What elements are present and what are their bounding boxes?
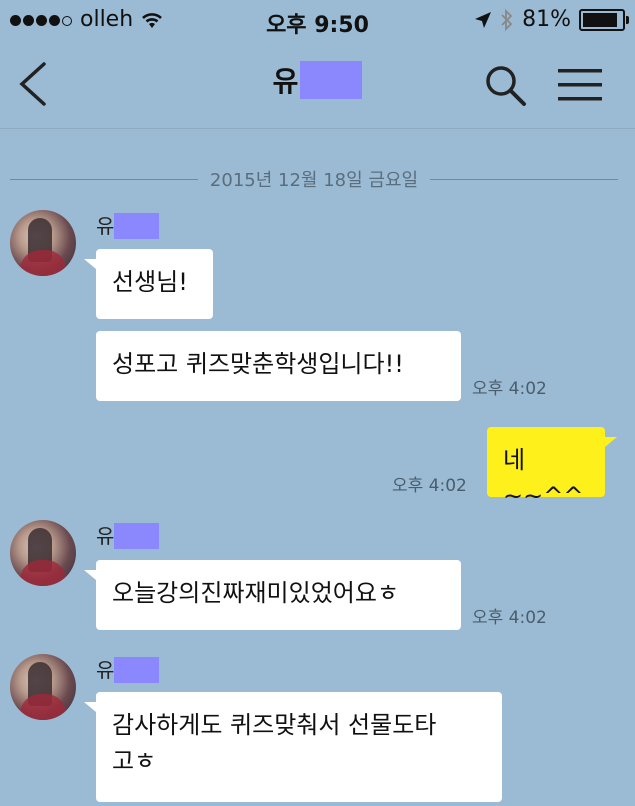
message-bubble[interactable]: 감사하게도 퀴즈맞춰서 선물도타 고ㅎ — [84, 692, 502, 802]
date-divider: 2015년 12월 18일 금요일 — [10, 162, 618, 196]
date-label: 2015년 12월 18일 금요일 — [209, 170, 419, 191]
sender-name: 유 — [96, 210, 160, 239]
message-text-line: 고ㅎ — [112, 747, 157, 775]
redaction-mask — [114, 213, 160, 239]
message-text: 선생님! — [112, 268, 188, 296]
divider-line — [10, 178, 198, 180]
location-arrow-icon — [475, 11, 492, 28]
battery-percent: 81% — [522, 7, 571, 32]
message-bubble[interactable]: 성포고 퀴즈맞춘학생입니다!! — [96, 331, 461, 401]
sender-avatar[interactable] — [10, 520, 76, 586]
status-right: 81% — [474, 7, 629, 32]
my-message-bubble[interactable]: 네~~^^ — [487, 427, 617, 510]
menu-icon[interactable] — [556, 66, 604, 104]
message-time: 오후 4:02 — [392, 476, 467, 496]
chat-title-text: 유 — [272, 65, 299, 98]
message-time: 오후 4:02 — [472, 608, 547, 628]
message-bubble[interactable]: 선생님! — [84, 249, 213, 319]
divider-line — [430, 178, 618, 180]
redaction-mask — [114, 657, 160, 683]
sender-name: 유 — [96, 654, 160, 683]
sender-avatar[interactable] — [10, 654, 76, 720]
redaction-mask — [114, 523, 160, 549]
sender-name: 유 — [96, 520, 160, 549]
message-time: 오후 4:02 — [472, 379, 547, 399]
chat-title: 유 — [0, 60, 635, 100]
bluetooth-icon — [501, 8, 513, 31]
status-bar: olleh 오후 9:50 81% — [0, 0, 635, 40]
message-text-line: 감사하게도 퀴즈맞춰서 선물도타 — [112, 711, 437, 739]
sender-avatar[interactable] — [10, 210, 76, 276]
chat-header: 유 — [0, 40, 635, 129]
message-text: 오늘강의진짜재미있었어요ㅎ — [112, 579, 400, 607]
message-text: 성포고 퀴즈맞춘학생입니다!! — [112, 350, 404, 378]
battery-icon — [579, 8, 629, 31]
search-icon[interactable] — [482, 62, 528, 108]
message-text: 네~~^^ — [503, 446, 584, 510]
redaction-mask — [300, 61, 363, 99]
message-bubble[interactable]: 오늘강의진짜재미있었어요ㅎ — [84, 560, 461, 630]
